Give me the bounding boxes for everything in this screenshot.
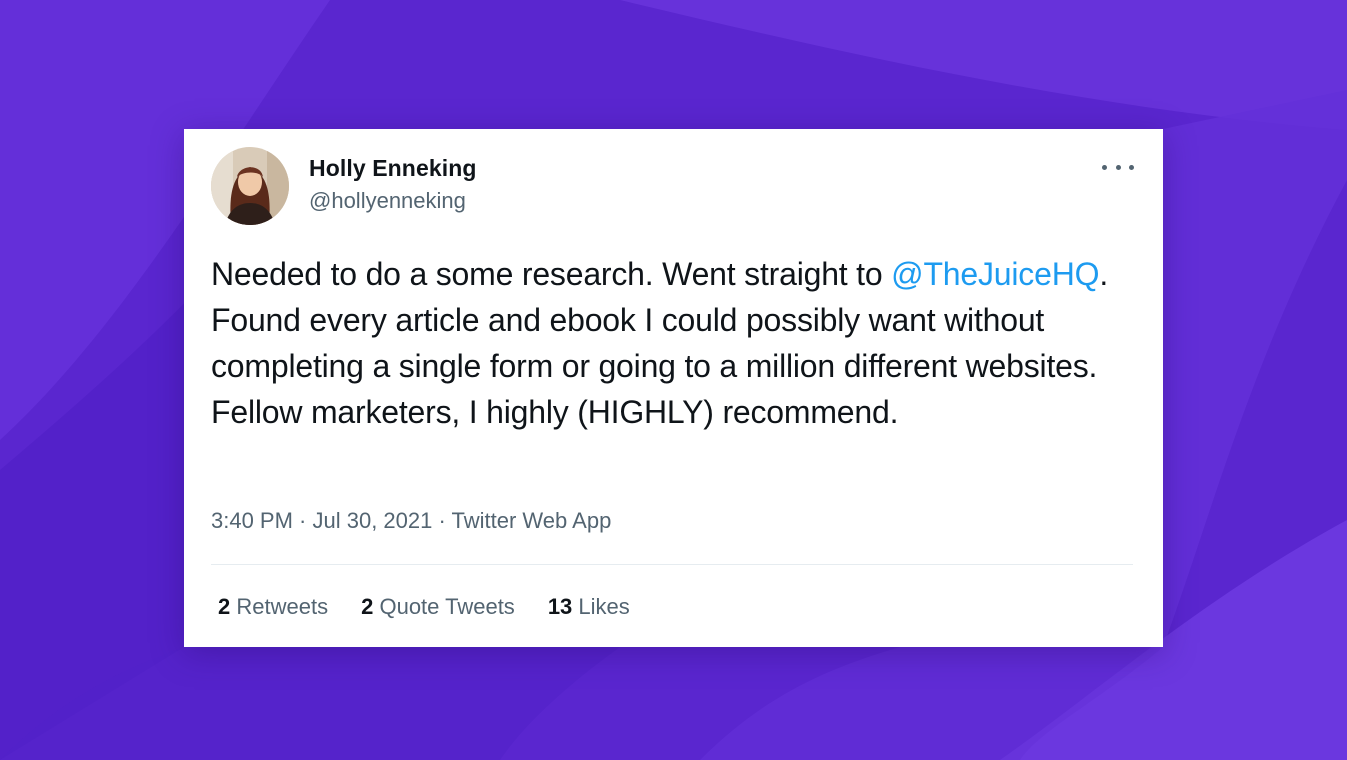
- quote-tweets-count: 2: [361, 594, 374, 619]
- likes-stat[interactable]: 13 Likes: [548, 594, 630, 620]
- retweets-stat[interactable]: 2 Retweets: [218, 594, 328, 620]
- tweet-date[interactable]: Jul 30, 2021: [313, 508, 433, 533]
- avatar[interactable]: [211, 147, 289, 225]
- mention-link[interactable]: @TheJuiceHQ: [891, 256, 1099, 292]
- tweet-text: Needed to do a some research. Went strai…: [211, 251, 1136, 435]
- author-name[interactable]: Holly Enneking: [309, 155, 477, 182]
- author-handle[interactable]: @hollyenneking: [309, 188, 466, 214]
- dot: [1129, 164, 1134, 170]
- tweet-time[interactable]: 3:40 PM: [211, 508, 293, 533]
- tweet-meta: 3:40 PM · Jul 30, 2021 · Twitter Web App: [211, 508, 611, 534]
- divider: [211, 564, 1133, 565]
- tweet-source[interactable]: Twitter Web App: [452, 508, 612, 533]
- retweets-label: Retweets: [236, 594, 329, 619]
- quote-tweets-label: Quote Tweets: [379, 594, 515, 619]
- more-options-icon[interactable]: [1102, 153, 1134, 181]
- retweets-count: 2: [218, 594, 231, 619]
- tweet-card: Holly Enneking @hollyenneking Needed to …: [184, 129, 1163, 647]
- meta-separator: ·: [432, 508, 452, 533]
- tweet-text-before: Needed to do a some research. Went strai…: [211, 256, 892, 292]
- meta-separator: ·: [292, 508, 313, 533]
- avatar-image: [211, 147, 289, 225]
- tweet-stats: 2 Retweets 2 Quote Tweets 13 Likes: [218, 594, 630, 620]
- dot: [1115, 164, 1121, 170]
- dot: [1102, 164, 1107, 170]
- quote-tweets-stat[interactable]: 2 Quote Tweets: [361, 594, 515, 620]
- likes-count: 13: [547, 594, 573, 619]
- likes-label: Likes: [578, 594, 630, 619]
